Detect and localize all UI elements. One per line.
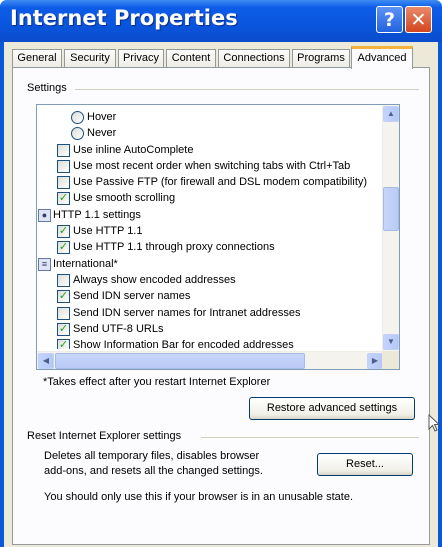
settings-group-label: Settings: [27, 82, 67, 94]
checkbox-item-recent-order-tabs[interactable]: Use most recent order when switching tab…: [37, 158, 377, 174]
checkbox-item-passive-ftp[interactable]: Use Passive FTP (for firewall and DSL mo…: [37, 174, 377, 190]
international-settings-icon: ≡: [38, 257, 51, 271]
checkbox-checked[interactable]: ✓: [57, 225, 70, 239]
checkbox-item-send-idn-intranet[interactable]: Send IDN server names for Intranet addre…: [37, 305, 377, 321]
internet-properties-window: Internet Properties ? ✕ General Security…: [0, 0, 442, 547]
scroll-left-arrow-icon[interactable]: ◀: [38, 353, 54, 369]
checkbox-item-smooth-scrolling[interactable]: ✓ Use smooth scrolling: [37, 190, 377, 206]
horizontal-scrollbar[interactable]: ◀ ▶: [37, 351, 384, 369]
restore-advanced-settings-button[interactable]: Restore advanced settings: [249, 397, 415, 420]
horizontal-scroll-thumb[interactable]: [55, 353, 305, 369]
reset-description: Deletes all temporary files, disables br…: [44, 450, 263, 477]
restart-note: *Takes effect after you restart Internet…: [43, 376, 271, 388]
settings-divider: [75, 89, 419, 90]
checkbox-item-inline-autocomplete[interactable]: Use inline AutoComplete: [37, 142, 377, 158]
settings-tree-list[interactable]: Hover Never Use inline AutoComplete Use …: [36, 104, 400, 370]
checkbox-item-use-http11[interactable]: ✓ Use HTTP 1.1: [37, 223, 377, 239]
reset-group-label: Reset Internet Explorer settings: [27, 430, 182, 442]
scroll-up-arrow-icon[interactable]: ▲: [383, 106, 399, 122]
scroll-right-arrow-icon[interactable]: ▶: [367, 353, 383, 369]
tab-privacy[interactable]: Privacy: [118, 49, 164, 68]
window-title: Internet Properties: [10, 6, 238, 30]
tab-security[interactable]: Security: [64, 49, 116, 68]
checkbox[interactable]: [57, 306, 70, 320]
checkbox-item-send-idn[interactable]: ✓ Send IDN server names: [37, 288, 377, 304]
reset-button[interactable]: Reset...: [317, 453, 413, 476]
tab-content[interactable]: Content: [166, 49, 216, 68]
mouse-cursor-icon: [428, 414, 440, 432]
tab-connections[interactable]: Connections: [218, 49, 290, 68]
checkbox-checked[interactable]: ✓: [57, 322, 70, 336]
checkbox-checked[interactable]: ✓: [57, 192, 70, 206]
reset-warning: You should only use this if your browser…: [44, 491, 353, 503]
tab-general[interactable]: General: [12, 49, 62, 68]
vertical-scroll-thumb[interactable]: [383, 187, 399, 231]
globe-settings-icon: ●: [38, 208, 51, 222]
tab-programs[interactable]: Programs: [292, 49, 350, 68]
radio-button[interactable]: [71, 127, 84, 141]
checkbox-item-show-encoded-addresses[interactable]: Always show encoded addresses: [37, 272, 377, 288]
vertical-scrollbar[interactable]: ▲ ▼: [382, 105, 399, 351]
checkbox-item-info-bar-encoded[interactable]: ✓ Show Information Bar for encoded addre…: [37, 337, 377, 349]
checkbox[interactable]: [57, 143, 70, 157]
checkbox[interactable]: [57, 273, 70, 287]
tab-advanced[interactable]: Advanced: [351, 46, 413, 69]
category-http-settings: ● HTTP 1.1 settings: [37, 207, 377, 223]
checkbox-checked[interactable]: ✓: [57, 241, 70, 255]
checkbox-item-http11-proxy[interactable]: ✓ Use HTTP 1.1 through proxy connections: [37, 239, 377, 255]
checkbox-checked[interactable]: ✓: [57, 290, 70, 304]
checkbox-item-send-utf8[interactable]: ✓ Send UTF-8 URLs: [37, 321, 377, 337]
scrollbar-corner: [382, 351, 399, 369]
radio-item-never[interactable]: Never: [37, 125, 377, 141]
radio-item-hover[interactable]: Hover: [37, 109, 377, 125]
close-button[interactable]: ✕: [405, 6, 432, 33]
checkbox-checked[interactable]: ✓: [57, 339, 70, 349]
advanced-tab-panel: Settings Hover Never Use inline AutoComp…: [12, 67, 430, 545]
scroll-down-arrow-icon[interactable]: ▼: [383, 334, 399, 350]
checkbox[interactable]: [57, 176, 70, 190]
reset-divider: [201, 437, 419, 438]
radio-button[interactable]: [71, 111, 84, 124]
dialog-client-area: General Security Privacy Content Connect…: [4, 42, 438, 547]
title-bar[interactable]: Internet Properties ? ✕: [0, 0, 442, 42]
category-international: ≡ International*: [37, 256, 377, 272]
checkbox[interactable]: [57, 159, 70, 173]
settings-rows: Hover Never Use inline AutoComplete Use …: [37, 109, 377, 349]
help-button[interactable]: ?: [376, 6, 403, 33]
